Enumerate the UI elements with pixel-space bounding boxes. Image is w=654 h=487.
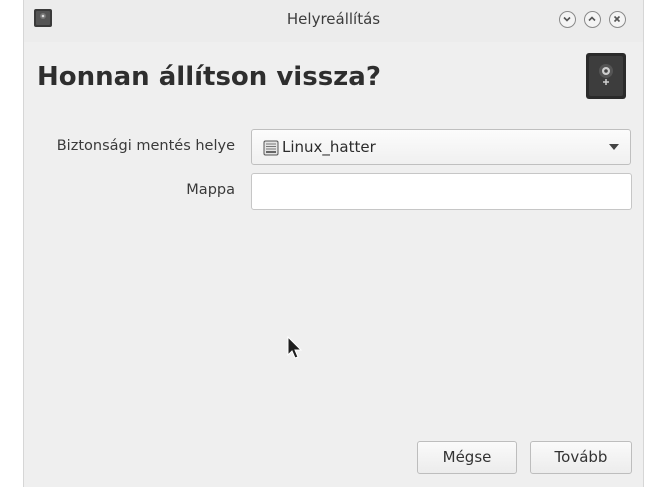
dropdown-arrow-icon: [609, 144, 619, 150]
chevron-down-icon: [563, 16, 571, 22]
title-bar[interactable]: Helyreállítás: [24, 0, 643, 42]
window-title: Helyreállítás: [286, 10, 381, 28]
maximize-button[interactable]: [584, 11, 601, 28]
location-label: Biztonsági mentés helye: [56, 138, 235, 154]
chevron-up-icon: [588, 16, 596, 22]
restore-window: Helyreállítás Honnan állítson vissza? Bi: [23, 0, 644, 487]
folder-label: Mappa: [186, 182, 235, 198]
location-value: Linux_hatter: [282, 138, 376, 156]
cancel-button[interactable]: Mégse: [417, 441, 517, 474]
next-button[interactable]: Tovább: [530, 441, 632, 474]
safe-icon: [586, 53, 626, 99]
close-button[interactable]: [609, 11, 626, 28]
folder-input[interactable]: [251, 173, 632, 210]
page-title: Honnan állítson vissza?: [37, 62, 381, 92]
drive-icon: [263, 140, 279, 156]
mouse-cursor-icon: [287, 336, 303, 359]
location-dropdown[interactable]: Linux_hatter: [251, 129, 631, 165]
minimize-button[interactable]: [559, 11, 576, 28]
close-icon: [613, 15, 621, 23]
